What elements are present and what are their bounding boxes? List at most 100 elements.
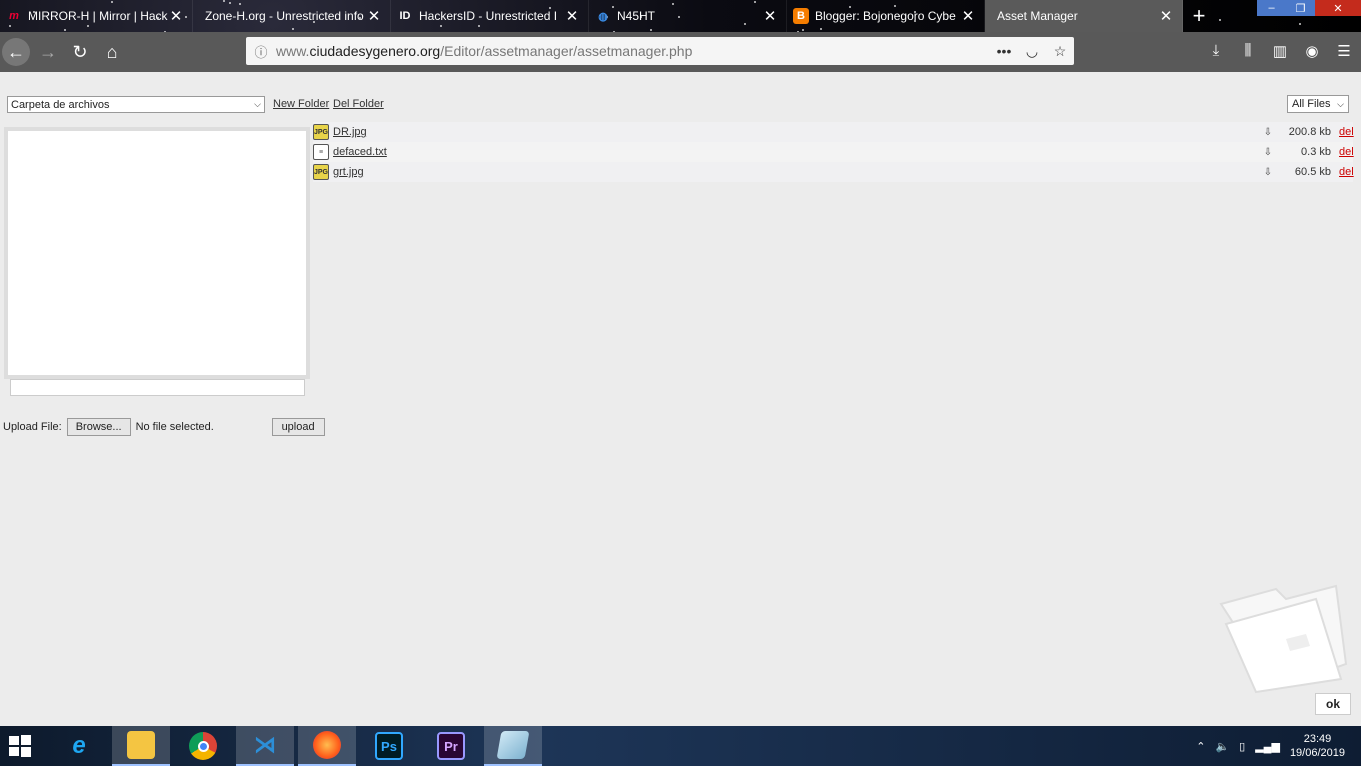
file-size: 0.3 kb <box>1301 146 1331 158</box>
image-file-icon: JPG <box>313 124 329 140</box>
preview-caption-field <box>10 379 305 396</box>
ok-button[interactable]: ok <box>1315 693 1351 715</box>
navigation-bar: ← → ↻ ⌂ ⓘ www.ciudadesygenero.org/Editor… <box>0 32 1361 72</box>
tab-asset-manager[interactable]: Asset Manager ✕ <box>985 0 1183 32</box>
hackersid-icon: ID <box>399 10 411 22</box>
page-actions-icon[interactable]: ••• <box>990 43 1018 59</box>
folder-select[interactable]: Carpeta de archivos ⌵ <box>7 96 265 113</box>
toolbar-right: ⤓ ⫼ ▥ ◉ ☰ <box>1207 42 1353 60</box>
blogger-icon: B <box>793 8 809 24</box>
taskbar-file-explorer[interactable] <box>112 726 170 766</box>
upload-file-label: Upload File: <box>3 421 62 433</box>
file-size: 60.5 kb <box>1294 166 1331 178</box>
preview-panel <box>4 127 310 379</box>
windows-logo-icon <box>9 735 31 757</box>
tab-bar: m MIRROR-H | Mirror | Hack ✕ Zone-H.org … <box>0 0 1361 32</box>
minimize-button[interactable]: – <box>1257 0 1286 16</box>
volume-icon[interactable]: 🔈 <box>1215 740 1229 753</box>
file-name-link[interactable]: grt.jpg <box>333 166 1261 178</box>
window-close-button[interactable]: ✕ <box>1315 0 1361 16</box>
taskbar-vscode[interactable]: ⋊ <box>236 726 294 766</box>
download-arrow-icon[interactable]: ⇩ <box>1261 127 1275 138</box>
tab-hackersid[interactable]: ID HackersID - Unrestricted I ✕ <box>391 0 589 32</box>
window-controls: – ❐ ✕ <box>1257 0 1361 16</box>
download-icon[interactable]: ⤓ <box>1207 42 1225 60</box>
browse-button[interactable]: Browse... <box>66 418 131 436</box>
url-text[interactable]: www.ciudadesygenero.org/Editor/assetmana… <box>276 43 990 59</box>
browser-chrome: m MIRROR-H | Mirror | Hack ✕ Zone-H.org … <box>0 0 1361 72</box>
close-icon[interactable]: ✕ <box>168 7 184 25</box>
file-name-link[interactable]: defaced.txt <box>333 146 1261 158</box>
windows-taskbar: e ⋊ Ps Pr ⌃ 🔈 ▯ ▂▄▆ 23:49 19/06/2019 <box>0 726 1361 766</box>
file-explorer-icon <box>127 731 155 759</box>
taskbar-internet-explorer[interactable]: e <box>50 726 108 766</box>
del-folder-link[interactable]: Del Folder <box>333 98 384 110</box>
bookmark-star-icon[interactable]: ☆ <box>1046 43 1074 60</box>
delete-file-link[interactable]: del <box>1339 166 1354 178</box>
battery-icon[interactable]: ▯ <box>1239 740 1245 753</box>
photoshop-icon: Ps <box>375 732 403 760</box>
mirror-h-icon: m <box>9 10 19 22</box>
premiere-icon: Pr <box>437 732 465 760</box>
maximize-button[interactable]: ❐ <box>1286 0 1315 16</box>
back-button[interactable]: ← <box>2 38 30 66</box>
info-icon[interactable]: ⓘ <box>246 42 276 61</box>
forward-button[interactable]: → <box>34 38 62 66</box>
internet-explorer-icon: e <box>72 732 86 759</box>
globe-icon: ◍ <box>598 10 608 23</box>
taskbar-firefox[interactable] <box>298 726 356 766</box>
new-folder-link[interactable]: New Folder <box>273 98 329 110</box>
folder-icon <box>1219 584 1348 694</box>
close-icon[interactable]: ✕ <box>960 7 976 25</box>
home-button[interactable]: ⌂ <box>98 38 126 66</box>
upload-button[interactable]: upload <box>271 418 325 436</box>
menu-icon[interactable]: ☰ <box>1335 42 1353 60</box>
account-icon[interactable]: ◉ <box>1303 42 1321 60</box>
file-name-link[interactable]: DR.jpg <box>333 126 1261 138</box>
asset-manager-page: Carpeta de archivos ⌵ New Folder Del Fol… <box>0 72 1361 726</box>
file-list: JPG DR.jpg ⇩ 200.8 kb del ≡ defaced.txt … <box>313 122 1354 182</box>
chevron-down-icon: ⌵ <box>1337 98 1344 109</box>
system-tray: ⌃ 🔈 ▯ ▂▄▆ 23:49 19/06/2019 <box>1196 726 1345 766</box>
download-arrow-icon[interactable]: ⇩ <box>1261 167 1275 178</box>
image-file-icon: JPG <box>313 164 329 180</box>
upload-row: Upload File: Browse... No file selected.… <box>3 418 325 436</box>
tab-n45ht[interactable]: ◍ N45HT ✕ <box>589 0 787 32</box>
taskbar-notepad[interactable] <box>484 726 542 766</box>
library-icon[interactable]: ⫼ <box>1239 42 1257 60</box>
taskbar-photoshop[interactable]: Ps <box>360 726 418 766</box>
download-arrow-icon[interactable]: ⇩ <box>1261 147 1275 158</box>
tab-mirror-h[interactable]: m MIRROR-H | Mirror | Hack ✕ <box>0 0 193 32</box>
chevron-down-icon: ⌵ <box>254 99 261 109</box>
pocket-icon[interactable]: ◡ <box>1018 43 1046 60</box>
close-icon[interactable]: ✕ <box>1158 7 1174 25</box>
text-file-icon: ≡ <box>313 144 329 160</box>
file-size: 200.8 kb <box>1288 126 1331 138</box>
sidebar-icon[interactable]: ▥ <box>1271 42 1289 60</box>
no-file-text: No file selected. <box>135 421 214 433</box>
close-icon[interactable]: ✕ <box>564 7 580 25</box>
new-tab-button[interactable]: + <box>1183 0 1215 32</box>
network-icon[interactable]: ▂▄▆ <box>1255 740 1280 753</box>
clock-date: 19/06/2019 <box>1289 747 1345 759</box>
delete-file-link[interactable]: del <box>1339 146 1354 158</box>
tray-expand-icon[interactable]: ⌃ <box>1196 740 1205 753</box>
file-row[interactable]: ≡ defaced.txt ⇩ 0.3 kb del <box>313 142 1354 162</box>
file-type-filter[interactable]: All Files ⌵ <box>1287 95 1349 113</box>
taskbar-premiere[interactable]: Pr <box>422 726 480 766</box>
delete-file-link[interactable]: del <box>1339 126 1354 138</box>
taskbar-chrome[interactable] <box>174 726 232 766</box>
address-bar[interactable]: ⓘ www.ciudadesygenero.org/Editor/assetma… <box>246 37 1074 65</box>
reload-button[interactable]: ↻ <box>66 38 94 66</box>
tab-zone-h[interactable]: Zone-H.org - Unrestricted info ✕ <box>193 0 391 32</box>
chrome-icon <box>189 732 217 760</box>
start-button[interactable] <box>0 726 40 766</box>
file-row[interactable]: JPG DR.jpg ⇩ 200.8 kb del <box>313 122 1354 142</box>
close-icon[interactable]: ✕ <box>366 7 382 25</box>
clock[interactable]: 23:49 19/06/2019 <box>1290 732 1345 760</box>
clock-time: 23:49 <box>1303 733 1332 745</box>
file-row[interactable]: JPG grt.jpg ⇩ 60.5 kb del <box>313 162 1354 182</box>
close-icon[interactable]: ✕ <box>762 7 778 25</box>
tab-blogger[interactable]: B Blogger: Bojonegoro Cybe ✕ <box>787 0 985 32</box>
firefox-icon <box>313 731 341 759</box>
